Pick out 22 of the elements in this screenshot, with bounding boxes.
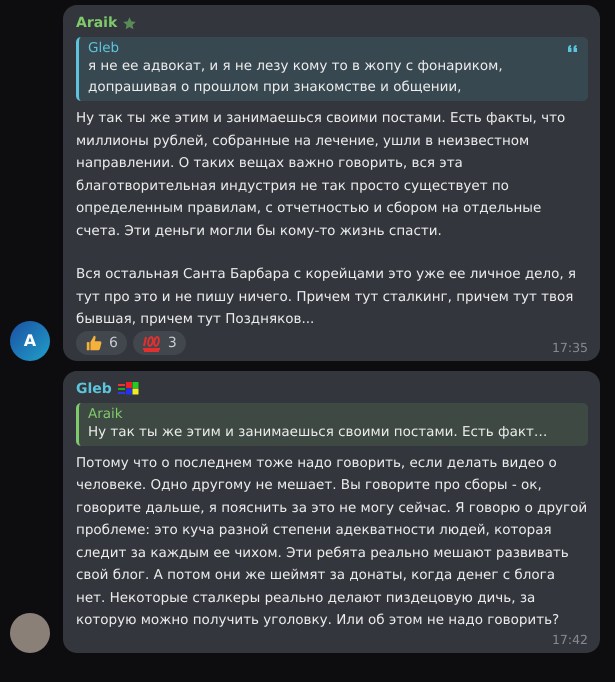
star-icon (122, 16, 138, 30)
message-time: 17:35 (552, 340, 588, 354)
message-text: Вся остальная Санта Барбара с корейцами это уже ее личное дело, я тут про это и не пишу ничего. Причем тут сталкинг, причем тут твоя бывшая, причем тут Поздняков... (76, 265, 578, 329)
quote-icon (568, 44, 578, 52)
flag-icon (116, 380, 139, 398)
author-name[interactable]: Gleb (76, 380, 112, 396)
hundred-icon (142, 334, 162, 352)
message-text: Потому что о последнем тоже надо говорить, если делать видео о человеке. Одно другому не мешает. Вы говорите про сборы - ок, говорите дальше, я пояснить за это не могу сейчас. Я говорю о другой проблеме: это куча разной степени адекватности людей, которая следит за каждым ее чихом. Эти ребята реально мешают развивать свой блог. А потом они же шеймят за донаты, когда денег с блога нет. Некоторые сталкеры реально делают пиздецовую дичь, за которую можно получить уголовку. Или об этом не надо говорить? (76, 454, 588, 630)
thumbs-up-icon (85, 334, 103, 352)
quote-text: я не ее адвокат, и я не лезу кому то в жопу с фонариком, допрашивая о прошлом при знакомстве и общении, (88, 57, 504, 97)
quote-author: Gleb (88, 40, 120, 56)
message-text: Ну так ты же этим и занимаешься своими постами. Есть факты, что миллионы рублей, собранные на лечение, ушли в неизвестном направлении. О таких вещах важно говорить, вся эта благотворительная индустрия не так просто существует по определенным правилам, с отчетностью и сбором на отдельные счета. Эти деньги могли бы кому-то жизнь спасти. (76, 109, 566, 240)
avatar-photo-placeholder[interactable] (10, 612, 50, 652)
message-time: 17:42 (552, 632, 588, 646)
reaction-button[interactable]: 3 (132, 330, 186, 354)
reply-quote[interactable]: Gleb я не ее адвокат, и я не лезу кому то в жопу с фонариком, допрашивая о прошлом при знакомстве и общении, (76, 37, 588, 101)
reply-quote[interactable]: Araik Ну так ты же этим и занимаешься своими постами. Есть факт… (76, 402, 588, 446)
author-name[interactable]: Araik (76, 15, 118, 31)
avatar[interactable]: A (10, 320, 50, 360)
reaction-button[interactable]: 6 (76, 330, 127, 354)
quote-author: Araik (88, 406, 123, 422)
quote-text: Ну так ты же этим и занимаешься своими постами. Есть факт… (88, 422, 548, 442)
